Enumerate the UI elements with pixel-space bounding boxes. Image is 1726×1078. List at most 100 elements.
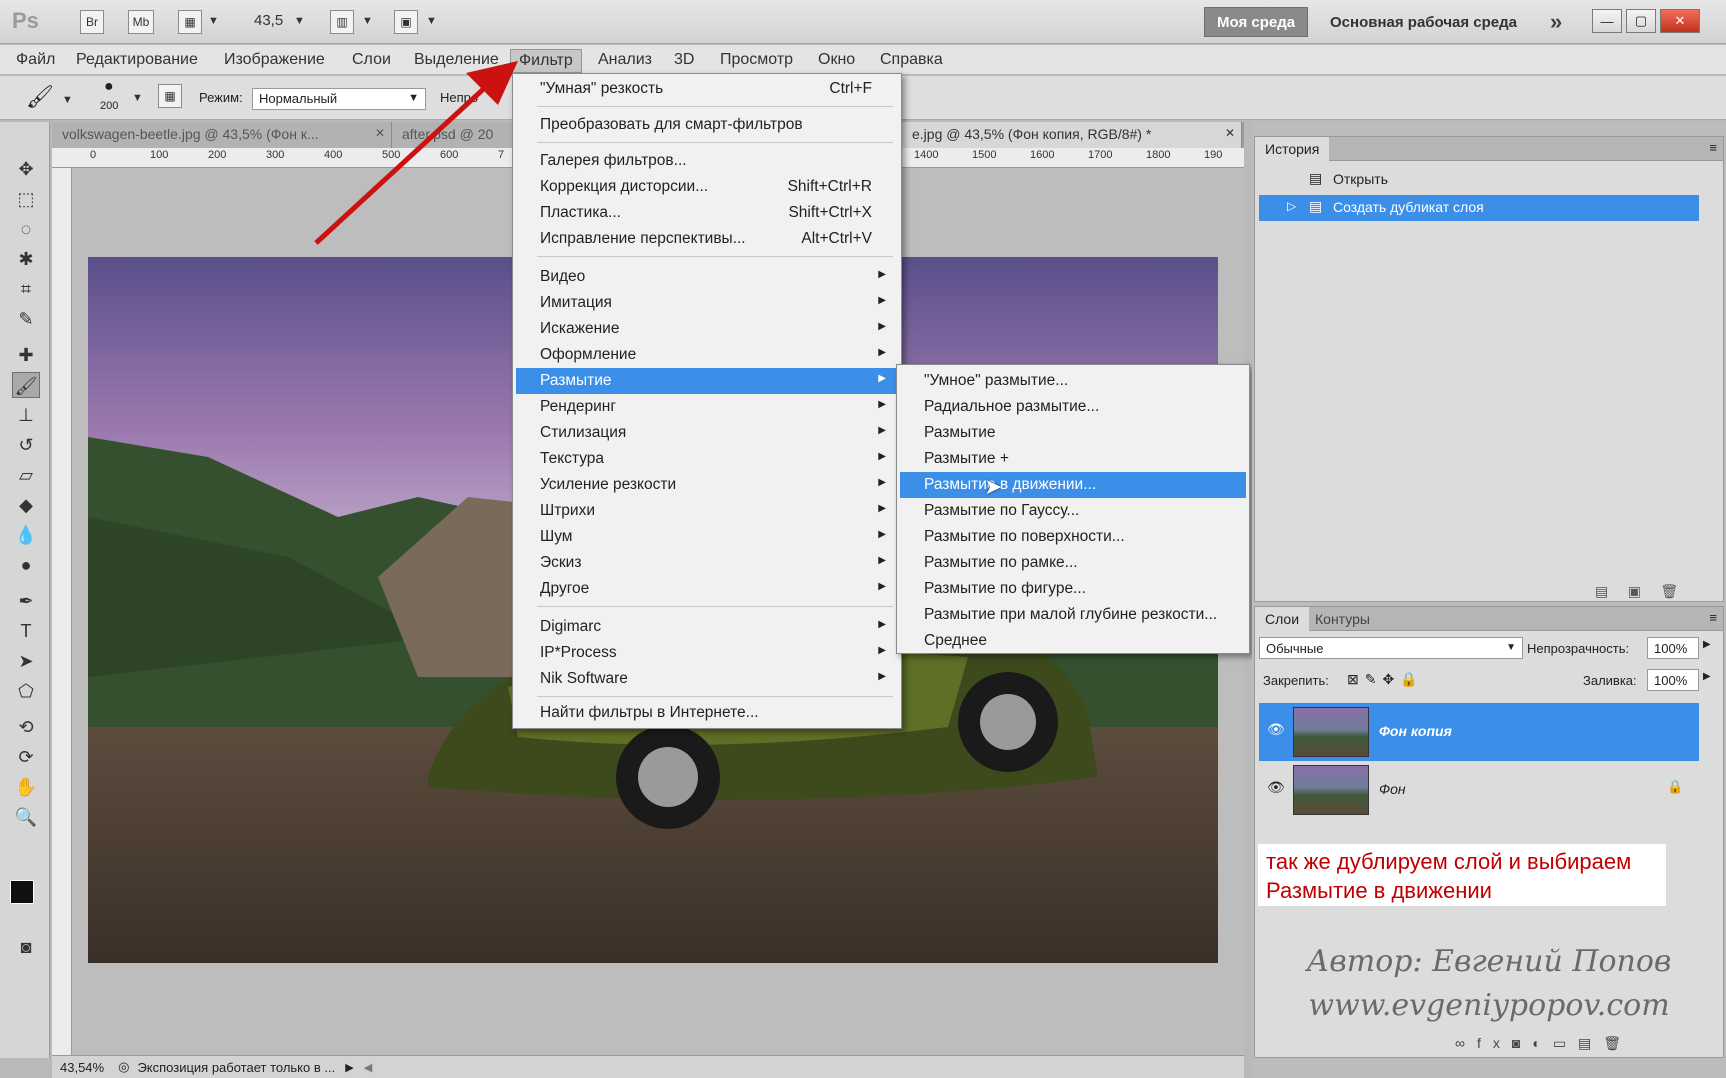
zoom-tool-icon[interactable]: 🔍 — [12, 804, 40, 830]
menu-item-smart-sharpen[interactable]: "Умная" резкость Ctrl+F — [516, 76, 898, 102]
blur-tool-icon[interactable]: 💧 — [12, 522, 40, 548]
menu-item-browse-filters-online[interactable]: Найти фильтры в Интернете... — [516, 700, 898, 726]
trash-icon[interactable]: 🗑 — [1660, 583, 1678, 599]
menu-item-noise[interactable]: Шум ▶ — [516, 524, 898, 550]
menu-item-brush-strokes[interactable]: Штрихи ▶ — [516, 498, 898, 524]
menu-item-pixelate[interactable]: Оформление ▶ — [516, 342, 898, 368]
link-layers-icon[interactable]: ∞ — [1455, 1035, 1477, 1051]
menu-item-stylize[interactable]: Стилизация ▶ — [516, 420, 898, 446]
menu-item-liquify[interactable]: Пластика... Shift+Ctrl+X — [516, 200, 898, 226]
dodge-tool-icon[interactable]: ● — [12, 552, 40, 578]
chevron-down-icon[interactable]: ▼ — [294, 15, 305, 27]
menu-item-digimarc[interactable]: Digimarc ▶ — [516, 614, 898, 640]
menu-item-sharpen[interactable]: Усиление резкости ▶ — [516, 472, 898, 498]
gradient-tool-icon[interactable]: ◆ — [12, 492, 40, 518]
screen-mode-button[interactable]: ▣ — [394, 10, 418, 34]
chevron-right-icon[interactable]: ▶ — [1703, 671, 1711, 682]
layer-name[interactable]: Фон копия — [1379, 723, 1452, 739]
workspace-mine-button[interactable]: Моя среда — [1204, 7, 1309, 37]
arrange-documents-button[interactable]: ▥ — [330, 10, 354, 34]
stamp-tool-icon[interactable]: ⊥ — [12, 402, 40, 428]
eyedropper-tool-icon[interactable]: ✎ — [12, 306, 40, 332]
new-snapshot-icon[interactable]: ▣ — [1628, 583, 1641, 599]
new-layer-icon[interactable]: ▤ — [1578, 1035, 1603, 1051]
menu-item-blur[interactable]: Размытие ▶ — [516, 368, 898, 394]
chevron-down-icon[interactable]: ▼ — [208, 15, 219, 27]
menu-item-distort[interactable]: Искажение ▶ — [516, 316, 898, 342]
menu-item-filter-gallery[interactable]: Галерея фильтров... — [516, 148, 898, 174]
lock-options-icons[interactable]: ⊠✎✥🔒 — [1347, 671, 1424, 688]
history-row-open[interactable]: ▤ Открыть — [1259, 167, 1699, 193]
visibility-eye-icon[interactable]: 👁 — [1267, 721, 1285, 738]
3d-rotate-tool-icon[interactable]: ⟲ — [12, 714, 40, 740]
submenu-item-lens-blur[interactable]: Размытие при малой глубине резкости... — [900, 602, 1246, 628]
menu-item-lens-correction[interactable]: Коррекция дисторсии... Shift+Ctrl+R — [516, 174, 898, 200]
chevron-down-icon[interactable]: ▼ — [62, 94, 73, 106]
menu-item-render[interactable]: Рендеринг ▶ — [516, 394, 898, 420]
chevron-right-icon[interactable]: ▶ — [1703, 639, 1711, 650]
lasso-tool-icon[interactable]: ◌ — [12, 216, 40, 242]
menu-item-video[interactable]: Видео ▶ — [516, 264, 898, 290]
submenu-item-shape-blur[interactable]: Размытие по фигуре... — [900, 576, 1246, 602]
healing-brush-tool-icon[interactable]: ✚ — [12, 342, 40, 368]
menu-file[interactable]: Файл — [8, 49, 63, 71]
workspace-essentials-button[interactable]: Основная рабочая среда — [1318, 7, 1529, 37]
layer-style-icon[interactable]: fx — [1477, 1035, 1512, 1051]
history-brush-tool-icon[interactable]: ↺ — [12, 432, 40, 458]
panel-menu-icon[interactable]: ≡ — [1709, 140, 1717, 155]
trash-icon[interactable]: 🗑 — [1603, 1035, 1633, 1051]
menu-view[interactable]: Просмотр — [712, 49, 801, 71]
chevron-down-icon[interactable]: ▼ — [132, 92, 143, 104]
hand-tool-icon[interactable]: ✋ — [12, 774, 40, 800]
tab-layers[interactable]: Слои — [1255, 607, 1310, 631]
path-selection-tool-icon[interactable]: ➤ — [12, 648, 40, 674]
submenu-item-radial-blur[interactable]: Радиальное размытие... — [900, 394, 1246, 420]
maximize-button[interactable]: ▢ — [1626, 9, 1656, 33]
menu-item-convert-smart-filters[interactable]: Преобразовать для смарт-фильтров — [516, 112, 898, 138]
menu-window[interactable]: Окно — [810, 49, 863, 71]
submenu-item-smart-blur[interactable]: "Умное" размытие... — [900, 368, 1246, 394]
minimize-button[interactable]: — — [1592, 9, 1622, 33]
move-tool-icon[interactable]: ✥ — [12, 156, 40, 182]
tab-history[interactable]: История — [1255, 137, 1330, 161]
new-document-from-state-icon[interactable]: ▤ — [1595, 583, 1608, 599]
tab-paths[interactable]: Контуры — [1305, 607, 1380, 631]
submenu-item-blur[interactable]: Размытие — [900, 420, 1246, 446]
menu-analysis[interactable]: Анализ — [590, 49, 660, 71]
chevron-down-icon[interactable]: ▼ — [426, 15, 437, 27]
layer-blend-mode-select[interactable]: Обычные ▼ — [1259, 637, 1523, 659]
brush-panel-toggle-icon[interactable]: ▦ — [158, 84, 182, 108]
chevron-down-icon[interactable]: ▼ — [362, 15, 373, 27]
pen-tool-icon[interactable]: ✒ — [12, 588, 40, 614]
layer-row-background[interactable]: 👁 Фон 🔒 — [1259, 761, 1699, 819]
fill-input[interactable]: 100% — [1647, 669, 1699, 691]
tab-current-document[interactable]: e.jpg @ 43,5% (Фон копия, RGB/8#) * ✕ — [902, 122, 1242, 148]
view-extras-button[interactable]: ▦ — [178, 10, 202, 34]
menu-item-artistic[interactable]: Имитация ▶ — [516, 290, 898, 316]
marquee-tool-icon[interactable]: ⬚ — [12, 186, 40, 212]
visibility-eye-icon[interactable]: 👁 — [1267, 779, 1285, 796]
status-menu-arrow-icon[interactable]: ▶ — [345, 1061, 353, 1074]
submenu-item-blur-more[interactable]: Размытие + — [900, 446, 1246, 472]
submenu-item-surface-blur[interactable]: Размытие по поверхности... — [900, 524, 1246, 550]
history-row-duplicate-layer[interactable]: ▷ ▤ Создать дубликат слоя — [1259, 195, 1699, 221]
eraser-tool-icon[interactable]: ▱ — [12, 462, 40, 488]
mini-bridge-button[interactable]: Mb — [128, 10, 154, 34]
new-group-icon[interactable]: ▭ — [1553, 1035, 1578, 1051]
menu-3d[interactable]: 3D — [666, 49, 702, 71]
close-button[interactable]: ✕ — [1660, 9, 1700, 33]
3d-orbit-tool-icon[interactable]: ⟳ — [12, 744, 40, 770]
menu-item-texture[interactable]: Текстура ▶ — [516, 446, 898, 472]
close-icon[interactable]: ✕ — [1225, 126, 1235, 140]
menu-help[interactable]: Справка — [872, 49, 951, 71]
status-info-icon[interactable]: ◎ — [118, 1059, 129, 1075]
brush-size-value[interactable]: 200 — [100, 100, 118, 112]
submenu-item-gaussian-blur[interactable]: Размытие по Гауссу... — [900, 498, 1246, 524]
brush-tool-icon[interactable]: 🖌 — [12, 372, 40, 398]
magic-wand-tool-icon[interactable]: ✱ — [12, 246, 40, 272]
submenu-item-average[interactable]: Среднее — [900, 628, 1246, 654]
adjustment-layer-icon[interactable]: ◐ — [1532, 1035, 1552, 1051]
crop-tool-icon[interactable]: ⌗ — [12, 276, 40, 302]
add-mask-icon[interactable]: ◙ — [1512, 1035, 1532, 1051]
submenu-item-motion-blur[interactable]: Размытие в движении... — [900, 472, 1246, 498]
